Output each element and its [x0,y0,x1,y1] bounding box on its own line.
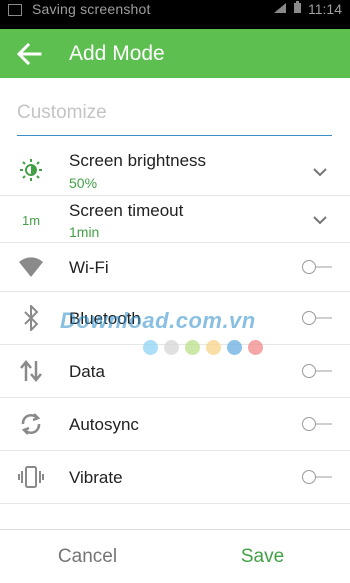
sync-icon [18,411,44,437]
status-notification-text: Saving screenshot [32,0,151,17]
setting-row-bluetooth[interactable]: Bluetooth [0,292,350,345]
wifi-toggle[interactable] [302,259,332,275]
cancel-button[interactable]: Cancel [0,530,175,583]
wifi-icon [18,254,44,280]
arrow-left-icon [16,42,42,65]
vibrate-icon [18,464,44,490]
autosync-toggle[interactable] [302,416,332,432]
app-toolbar: Add Mode [0,29,350,78]
setting-row-wifi[interactable]: Wi-Fi [0,243,350,292]
data-toggle[interactable] [302,363,332,379]
status-time: 11:14 [308,0,342,17]
setting-row-autosync[interactable]: Autosync [0,398,350,451]
setting-label: Wi-Fi [69,258,109,277]
data-arrows-icon [18,358,44,384]
setting-label: Autosync [69,415,139,434]
battery-icon [293,0,302,17]
vibrate-toggle[interactable] [302,469,332,485]
setting-label: Vibrate [69,468,123,487]
setting-row-vibrate[interactable]: Vibrate [0,451,350,504]
save-button[interactable]: Save [175,530,350,583]
setting-row-screen-brightness[interactable]: Screen brightness 50% [0,143,350,196]
setting-value: 50% [69,175,98,191]
bluetooth-icon [18,305,44,331]
setting-row-data[interactable]: Data [0,345,350,398]
setting-row-screen-timeout[interactable]: 1m Screen timeout 1min [0,196,350,243]
timeout-icon: 1m [16,207,46,233]
status-bar: Saving screenshot 11:14 [0,0,350,29]
setting-label: Bluetooth [69,309,141,328]
signal-icon [273,1,287,17]
brightness-icon [18,157,44,183]
bluetooth-toggle[interactable] [302,310,332,326]
setting-label: Screen timeout [69,201,184,220]
dialog-footer: Cancel Save [0,529,350,583]
mode-name-field [17,93,332,136]
screenshot-notification-icon [8,3,22,16]
setting-label: Screen brightness [69,151,207,170]
page-title: Add Mode [69,41,165,65]
back-button[interactable] [0,29,58,78]
setting-label: Data [69,362,105,381]
chevron-down-icon[interactable] [312,215,328,225]
status-icons: 11:14 [273,0,342,17]
setting-value: 1min [69,224,100,240]
chevron-down-icon[interactable] [312,167,328,177]
mode-name-input[interactable] [17,93,332,133]
timeout-icon-text: 1m [21,212,41,228]
